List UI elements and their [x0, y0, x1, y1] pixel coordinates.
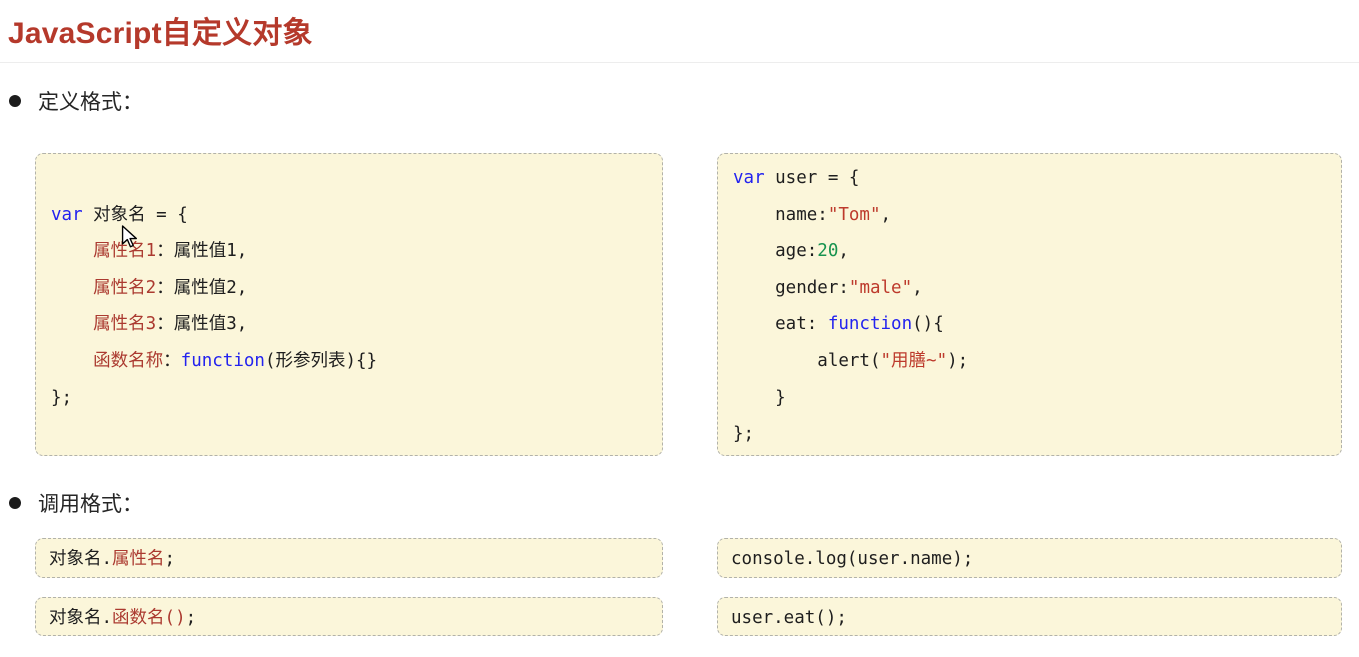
code-block-invoke-method-template: 对象名.函数名();	[35, 597, 663, 636]
code-block-definition-example: var user = { name:"Tom", age:20, gender:…	[717, 153, 1342, 456]
code-block-invoke-property-template: 对象名.属性名;	[35, 538, 663, 578]
code-block-definition-template: var 对象名 = { 属性名1：属性值1, 属性名2：属性值2, 属性名3：属…	[35, 153, 663, 456]
title-underline: JavaScript自定义对象	[0, 0, 1359, 63]
section-invocation-label: 调用格式：	[38, 493, 143, 516]
code-block-invoke-property-example: console.log(user.name);	[717, 538, 1342, 578]
page: JavaScript自定义对象 定义格式： var 对象名 = { 属性名1：属…	[0, 0, 1359, 657]
bullet-icon	[9, 95, 21, 107]
bullet-icon	[9, 497, 21, 509]
section-definition-label: 定义格式：	[38, 91, 143, 114]
mouse-cursor-icon	[121, 225, 138, 248]
section-definition-header: 定义格式：	[9, 86, 143, 116]
page-title: JavaScript自定义对象	[8, 17, 313, 50]
section-invocation-header: 调用格式：	[9, 488, 143, 518]
code-block-invoke-method-example: user.eat();	[717, 597, 1342, 636]
